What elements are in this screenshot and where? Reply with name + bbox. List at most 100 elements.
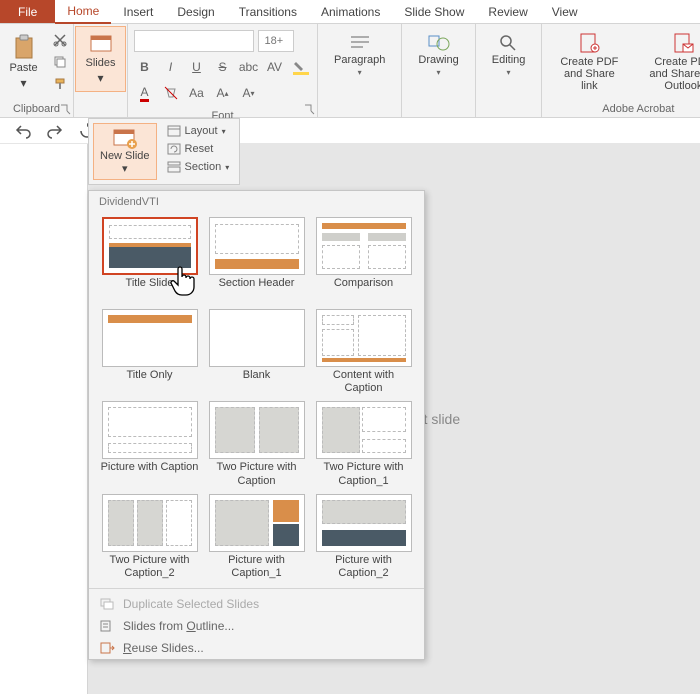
tab-file[interactable]: File <box>0 0 55 23</box>
layout-label: Section Header <box>219 277 295 303</box>
find-icon <box>497 32 521 52</box>
reset-label: Reset <box>185 143 214 155</box>
paste-button[interactable]: Paste ▾ <box>3 30 43 94</box>
layout-label: Picture with Caption_1 <box>206 554 307 580</box>
newslide-context-panel: New Slide ▾ Layout▾ Reset Section▾ <box>88 118 240 185</box>
tab-transitions[interactable]: Transitions <box>227 0 309 23</box>
slide-panel[interactable] <box>0 144 88 694</box>
layout-section-header[interactable]: Section Header <box>206 217 307 303</box>
slide-icon <box>89 33 113 55</box>
layout-label: Content with Caption <box>313 369 414 395</box>
layout-two-picture-caption-2[interactable]: Two Picture with Caption_2 <box>99 494 200 580</box>
dropdown-icon: ▾ <box>507 68 511 77</box>
layout-label: Layout <box>185 125 218 137</box>
reuse-slides-action[interactable]: Reuse Slides... <box>89 637 424 659</box>
layout-label: Two Picture with Caption_2 <box>99 554 200 580</box>
pdf-share-icon <box>577 32 601 54</box>
paragraph-label: Paragraph <box>334 54 385 66</box>
new-slide-label: New Slide <box>100 150 150 162</box>
tab-insert[interactable]: Insert <box>111 0 165 23</box>
italic-button[interactable]: I <box>160 56 182 78</box>
copy-icon <box>53 55 67 69</box>
tab-design[interactable]: Design <box>165 0 226 23</box>
drawing-label: Drawing <box>418 54 458 66</box>
duplicate-label: Duplicate Selected Slides <box>123 597 259 611</box>
font-size-combo[interactable]: 18+ <box>258 30 294 52</box>
layout-picture-caption[interactable]: Picture with Caption <box>99 401 200 487</box>
create-pdf-share-button[interactable]: Create PDF and Share link <box>548 26 630 98</box>
cut-button[interactable] <box>50 30 70 50</box>
clipboard-launcher[interactable] <box>59 103 71 115</box>
outline-label: Slides from Outline... <box>123 619 234 633</box>
editing-button[interactable]: Editing ▾ <box>482 26 536 83</box>
copy-button[interactable] <box>50 52 70 72</box>
dropdown-icon: ▾ <box>358 68 362 77</box>
slides-button[interactable]: Slides ▾ <box>75 26 127 92</box>
editing-label: Editing <box>492 54 526 66</box>
pdf-outlook-icon <box>671 32 695 54</box>
font-color-button[interactable]: A <box>134 82 156 104</box>
undo-button[interactable] <box>12 120 34 142</box>
slides-label: Slides <box>86 57 116 69</box>
layout-title-slide[interactable]: Title Slide <box>99 217 200 303</box>
paragraph-icon <box>348 32 372 52</box>
strikethrough-button[interactable]: S <box>212 56 234 78</box>
duplicate-slides-action: Duplicate Selected Slides <box>89 593 424 615</box>
underline-button[interactable]: U <box>186 56 208 78</box>
format-painter-button[interactable] <box>50 74 70 94</box>
reset-icon <box>167 143 181 155</box>
new-slide-icon <box>112 128 138 150</box>
layout-picture-caption-1[interactable]: Picture with Caption_1 <box>206 494 307 580</box>
paste-label: Paste <box>9 62 37 74</box>
font-name-combo[interactable] <box>134 30 254 52</box>
layout-icon <box>167 125 181 137</box>
reset-button[interactable]: Reset <box>161 141 236 157</box>
tab-home[interactable]: Home <box>55 0 111 24</box>
layout-picture-caption-2[interactable]: Picture with Caption_2 <box>313 494 414 580</box>
clear-format-button[interactable] <box>160 82 182 104</box>
tab-view[interactable]: View <box>540 0 590 23</box>
reuse-label: Reuse Slides... <box>123 641 204 655</box>
bold-button[interactable]: B <box>134 56 156 78</box>
drawing-button[interactable]: Drawing ▾ <box>408 26 468 83</box>
layout-two-picture-caption[interactable]: Two Picture with Caption <box>206 401 307 487</box>
layout-comparison[interactable]: Comparison <box>313 217 414 303</box>
shadow-button[interactable]: abc <box>238 56 260 78</box>
group-font: 18+ B I U S abc AV A Aa A▴ A▾ Font <box>128 24 318 117</box>
group-editing: Editing ▾ <box>476 24 543 117</box>
redo-button[interactable] <box>44 120 66 142</box>
tab-animations[interactable]: Animations <box>309 0 392 23</box>
layout-title-only[interactable]: Title Only <box>99 309 200 395</box>
section-button[interactable]: Section▾ <box>161 159 236 175</box>
shrink-font-button[interactable]: A▾ <box>238 82 260 104</box>
layout-blank[interactable]: Blank <box>206 309 307 395</box>
slides-from-outline-action[interactable]: Slides from Outline... <box>89 615 424 637</box>
tab-review[interactable]: Review <box>476 0 539 23</box>
layout-label: Two Picture with Caption <box>206 461 307 487</box>
change-case-button[interactable]: Aa <box>186 82 208 104</box>
dropdown-icon: ▾ <box>97 71 103 85</box>
layout-label: Picture with Caption <box>101 461 199 487</box>
spacing-button[interactable]: AV <box>264 56 286 78</box>
create-pdf-outlook-button[interactable]: Create PDF and Share via Outlook <box>638 26 700 98</box>
layout-two-picture-caption-1[interactable]: Two Picture with Caption_1 <box>313 401 414 487</box>
group-paragraph: Paragraph ▾ <box>318 24 402 117</box>
group-drawing: Drawing ▾ <box>402 24 475 117</box>
group-clipboard: Paste ▾ Clipboard <box>0 24 74 117</box>
layout-content-caption[interactable]: Content with Caption <box>313 309 414 395</box>
tab-slideshow[interactable]: Slide Show <box>392 0 476 23</box>
layout-label: Two Picture with Caption_1 <box>313 461 414 487</box>
section-icon <box>167 161 181 173</box>
layout-button[interactable]: Layout▾ <box>161 123 236 139</box>
outline-icon <box>99 619 115 633</box>
ribbon: Paste ▾ Clipboard Slides ▾ 18+ <box>0 24 700 118</box>
grow-font-button[interactable]: A▴ <box>212 82 234 104</box>
font-launcher[interactable] <box>303 103 315 115</box>
layout-label: Blank <box>243 369 271 395</box>
pdf-share-label: Create PDF and Share link <box>558 56 620 92</box>
group-acrobat: Create PDF and Share link Create PDF and… <box>542 24 700 117</box>
paragraph-button[interactable]: Paragraph ▾ <box>324 26 395 83</box>
paintbrush-icon <box>53 77 67 91</box>
new-slide-button[interactable]: New Slide ▾ <box>93 123 157 180</box>
highlight-button[interactable] <box>290 56 312 78</box>
